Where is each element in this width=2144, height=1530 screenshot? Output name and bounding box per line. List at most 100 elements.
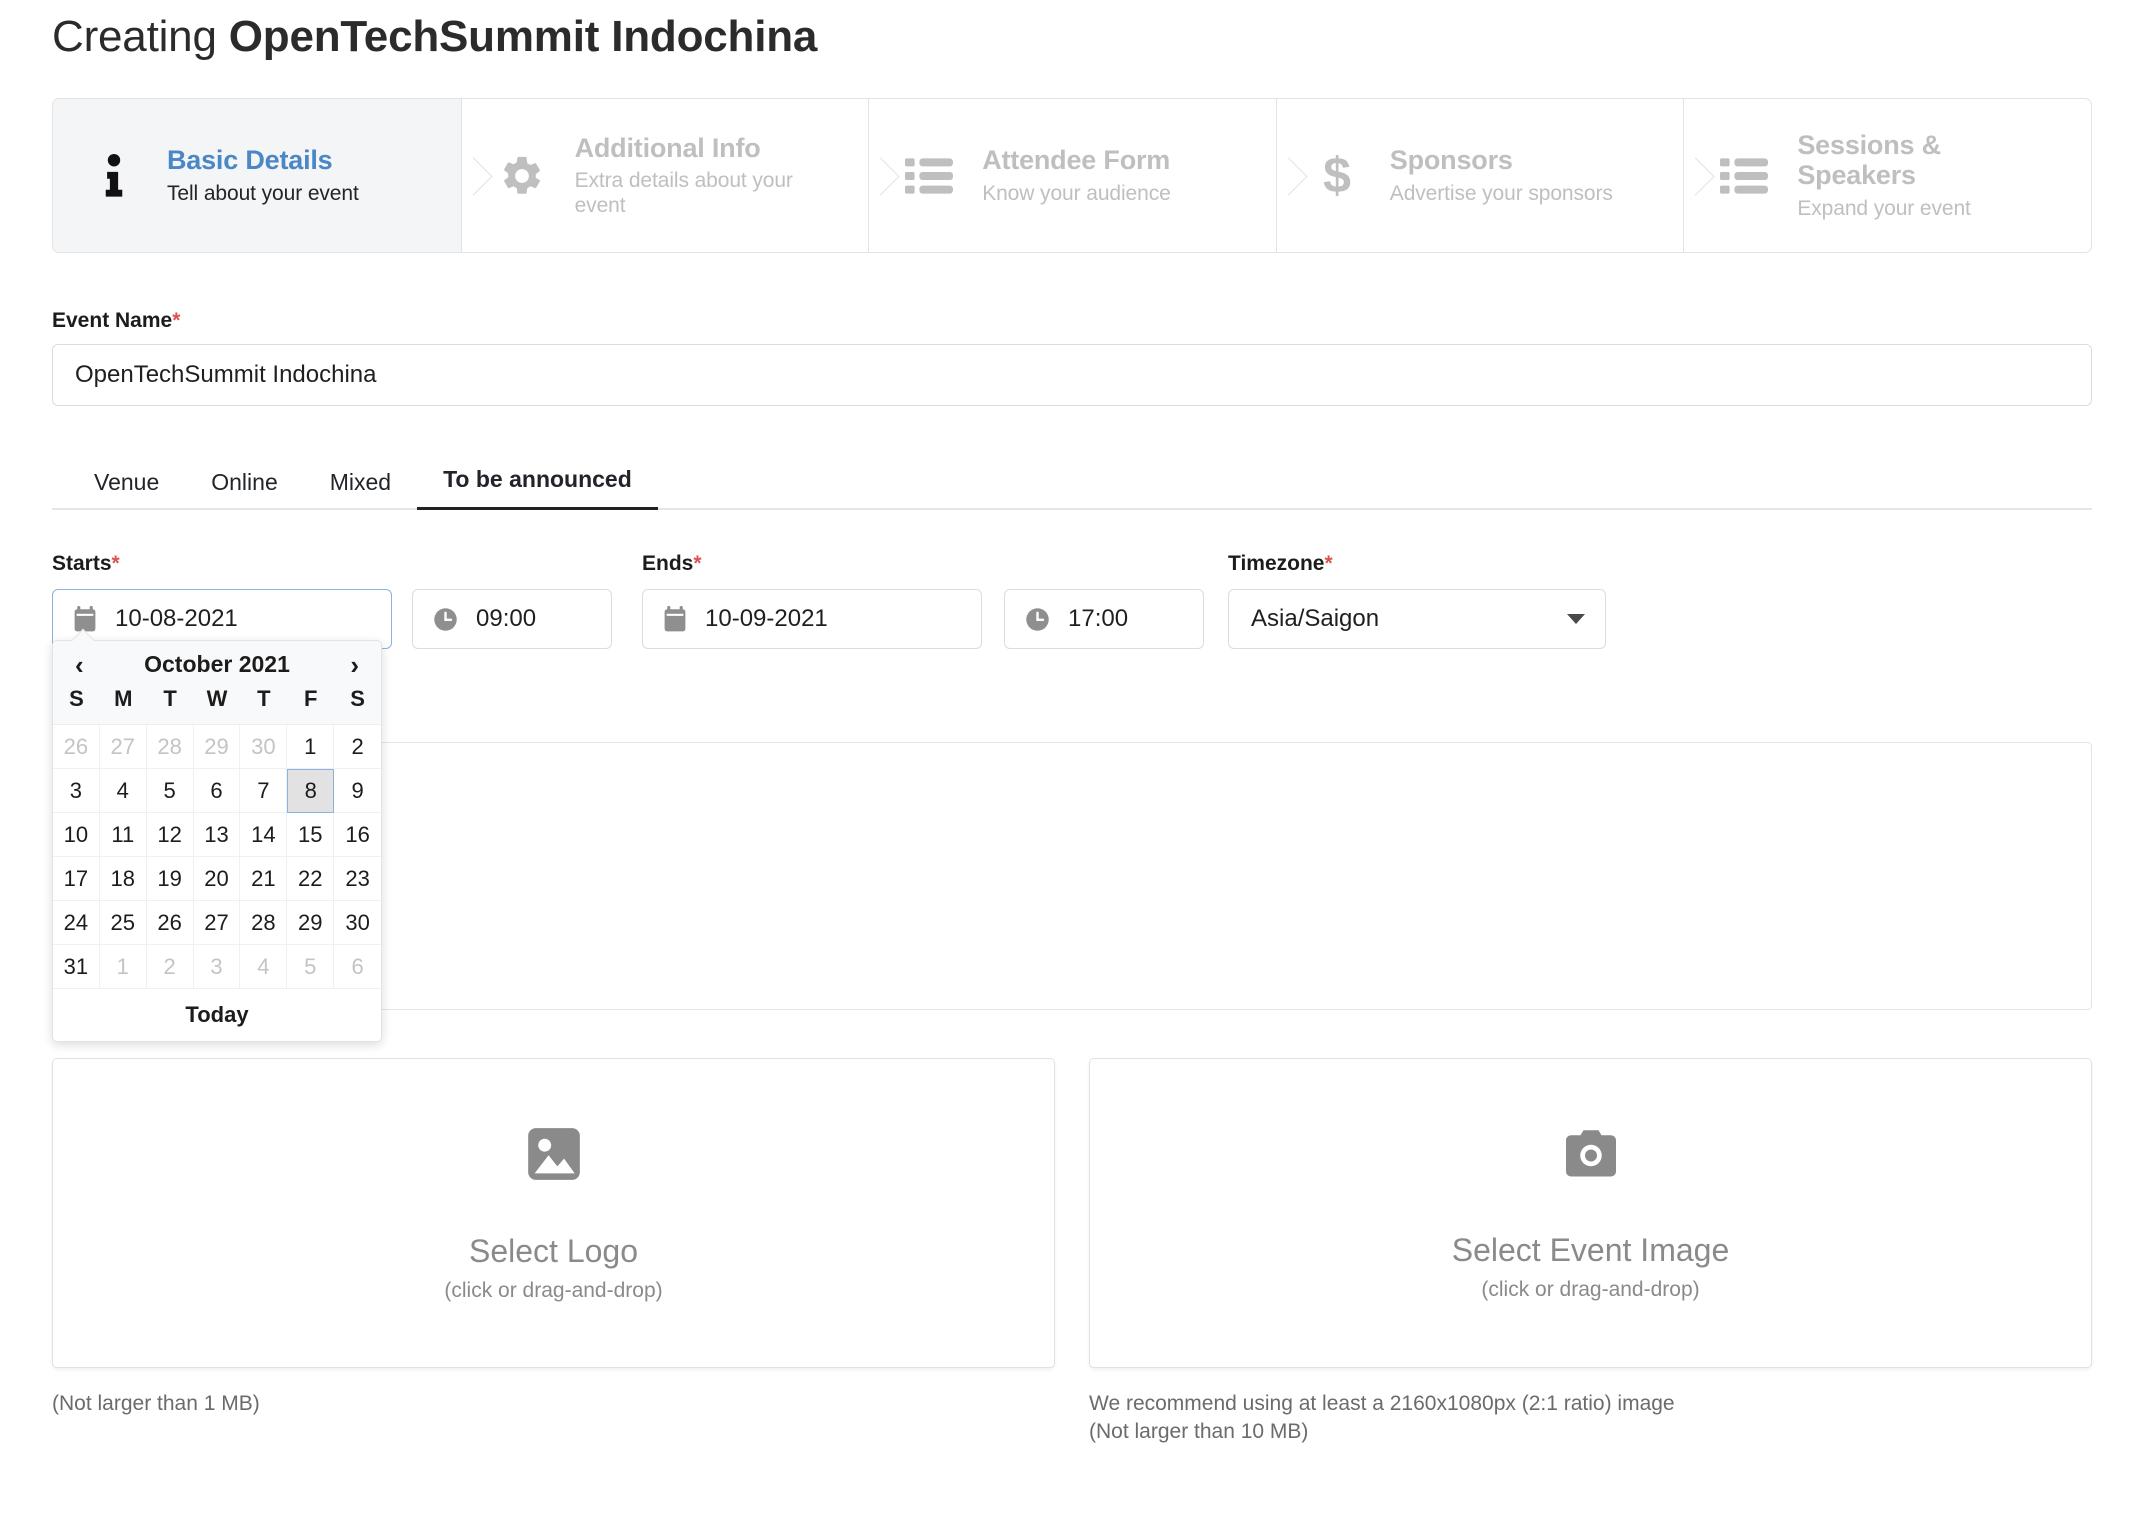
wizard-step-subtitle: Extra details about your event xyxy=(574,168,793,218)
event-image-upload-column: Select Event Image (click or drag-and-dr… xyxy=(1089,1058,2092,1447)
datepicker-day[interactable]: 27 xyxy=(99,725,147,769)
wizard-step-attendee-form[interactable]: Attendee Form Know your audience xyxy=(868,99,1276,252)
start-time-value: 09:00 xyxy=(476,605,537,632)
wizard-step-title: Attendee Form xyxy=(982,145,1171,176)
datepicker-day[interactable]: 18 xyxy=(99,857,147,901)
datepicker-day[interactable]: 30 xyxy=(334,901,381,945)
datepicker-day[interactable]: 14 xyxy=(240,813,288,857)
datepicker-day[interactable]: 28 xyxy=(146,725,194,769)
datetime-row: Starts* 10-08-2021 ‹ October 2021 › S M … xyxy=(52,552,2092,1042)
event-image-dropzone[interactable]: Select Event Image (click or drag-and-dr… xyxy=(1089,1058,2092,1368)
datepicker-day[interactable]: 7 xyxy=(240,769,288,813)
starts-label: Starts* xyxy=(52,552,392,578)
wizard-step-sponsors[interactable]: $ Sponsors Advertise your sponsors xyxy=(1275,99,1684,252)
datepicker-day[interactable]: 26 xyxy=(146,901,194,945)
gear-icon xyxy=(495,153,549,199)
datepicker-weekday-header: S M T W T F S xyxy=(53,684,381,720)
wizard-step-additional-info[interactable]: Additional Info Extra details about your… xyxy=(460,99,869,252)
timezone-value: Asia/Saigon xyxy=(1251,605,1380,632)
weekday-label: M xyxy=(114,686,133,711)
required-asterisk: * xyxy=(693,552,702,575)
weekday-label: F xyxy=(303,686,318,711)
required-asterisk: * xyxy=(1324,552,1333,575)
datepicker-day[interactable]: 16 xyxy=(334,813,381,857)
datepicker-day[interactable]: 19 xyxy=(146,857,194,901)
datepicker-day[interactable]: 30 xyxy=(240,725,288,769)
datepicker-day[interactable]: 9 xyxy=(334,769,381,813)
ends-label-text: Ends xyxy=(642,552,694,575)
required-asterisk: * xyxy=(111,552,120,575)
datepicker-day[interactable]: 24 xyxy=(53,901,100,945)
datepicker-day[interactable]: 2 xyxy=(146,945,194,989)
datepicker-day[interactable]: 15 xyxy=(287,813,335,857)
list-icon xyxy=(902,156,956,196)
wizard-step-subtitle: Expand your event xyxy=(1797,196,1971,220)
datepicker-day[interactable]: 26 xyxy=(53,725,100,769)
datepicker-day[interactable]: 31 xyxy=(53,945,100,989)
clock-icon xyxy=(433,607,458,632)
wizard-step-title: Basic Details xyxy=(167,145,333,176)
datepicker-day[interactable]: 10 xyxy=(53,813,100,857)
timezone-select[interactable]: Asia/Saigon xyxy=(1228,589,1606,649)
datepicker-day[interactable]: 13 xyxy=(193,813,241,857)
logo-dropzone-title: Select Logo xyxy=(468,1233,638,1270)
datepicker-day[interactable]: 27 xyxy=(193,901,241,945)
next-month-button[interactable]: › xyxy=(346,652,363,678)
datepicker-day[interactable]: 6 xyxy=(334,945,381,989)
camera-icon xyxy=(1561,1124,1621,1189)
prev-month-button[interactable]: ‹ xyxy=(71,652,88,678)
datepicker-header: ‹ October 2021 › S M T W T F S xyxy=(53,641,381,725)
datepicker-day[interactable]: 17 xyxy=(53,857,100,901)
wizard-step-subtitle: Advertise your sponsors xyxy=(1389,181,1613,205)
end-date-input[interactable]: 10-09-2021 xyxy=(642,589,982,649)
datepicker-day-selected[interactable]: 8 xyxy=(287,769,335,813)
wizard-step-sessions-speakers[interactable]: Sessions & Speakers Expand your event xyxy=(1683,99,2091,252)
datepicker-today-button[interactable]: Today xyxy=(53,989,381,1041)
datepicker-day[interactable]: 21 xyxy=(240,857,288,901)
logo-upload-note: (Not larger than 1 MB) xyxy=(52,1392,260,1415)
calendar-icon xyxy=(663,606,687,632)
event-name-label-text: Event Name xyxy=(52,309,173,332)
datepicker-day[interactable]: 2 xyxy=(334,725,381,769)
datepicker-day[interactable]: 5 xyxy=(146,769,194,813)
location-type-tabs: Venue Online Mixed To be announced xyxy=(52,450,2092,510)
datepicker-day[interactable]: 4 xyxy=(240,945,288,989)
datepicker-day[interactable]: 20 xyxy=(193,857,241,901)
tab-online[interactable]: Online xyxy=(185,469,303,510)
datepicker-day[interactable]: 23 xyxy=(334,857,381,901)
datepicker-day[interactable]: 3 xyxy=(53,769,100,813)
tab-venue[interactable]: Venue xyxy=(68,469,185,510)
datepicker-nav: ‹ October 2021 › xyxy=(53,651,381,684)
end-date-value: 10-09-2021 xyxy=(705,605,828,632)
tab-to-be-announced[interactable]: To be announced xyxy=(417,466,658,510)
weekday-label: T xyxy=(257,686,271,711)
clock-icon xyxy=(1025,607,1050,632)
svg-text:$: $ xyxy=(1323,151,1351,201)
page-title-event-name: OpenTechSummit Indochina xyxy=(228,12,818,61)
datepicker-day[interactable]: 1 xyxy=(287,725,335,769)
datepicker-day[interactable]: 3 xyxy=(193,945,241,989)
datepicker-day[interactable]: 11 xyxy=(99,813,147,857)
datepicker-day[interactable]: 29 xyxy=(287,901,335,945)
datepicker-day[interactable]: 6 xyxy=(193,769,241,813)
starts-label-text: Starts xyxy=(52,552,112,575)
logo-dropzone[interactable]: Select Logo (click or drag-and-drop) xyxy=(52,1058,1055,1368)
wizard-step-subtitle: Tell about your event xyxy=(167,181,359,205)
datepicker-day[interactable]: 1 xyxy=(99,945,147,989)
tab-mixed[interactable]: Mixed xyxy=(304,469,417,510)
info-icon xyxy=(87,153,141,198)
datepicker-day[interactable]: 5 xyxy=(287,945,335,989)
event-name-input[interactable] xyxy=(52,344,2092,406)
datepicker-day[interactable]: 25 xyxy=(99,901,147,945)
end-time-input[interactable]: 17:00 xyxy=(1004,589,1204,649)
datepicker-day[interactable]: 12 xyxy=(146,813,194,857)
start-date-value: 10-08-2021 xyxy=(115,605,238,632)
datepicker-day[interactable]: 22 xyxy=(287,857,335,901)
datepicker-day[interactable]: 4 xyxy=(99,769,147,813)
weekday-label: W xyxy=(206,686,228,711)
start-time-input[interactable]: 09:00 xyxy=(412,589,612,649)
wizard-step-basic-details[interactable]: Basic Details Tell about your event xyxy=(53,99,461,252)
datepicker-day[interactable]: 29 xyxy=(193,725,241,769)
datepicker-day[interactable]: 28 xyxy=(240,901,288,945)
ends-label: Ends* xyxy=(642,552,982,578)
